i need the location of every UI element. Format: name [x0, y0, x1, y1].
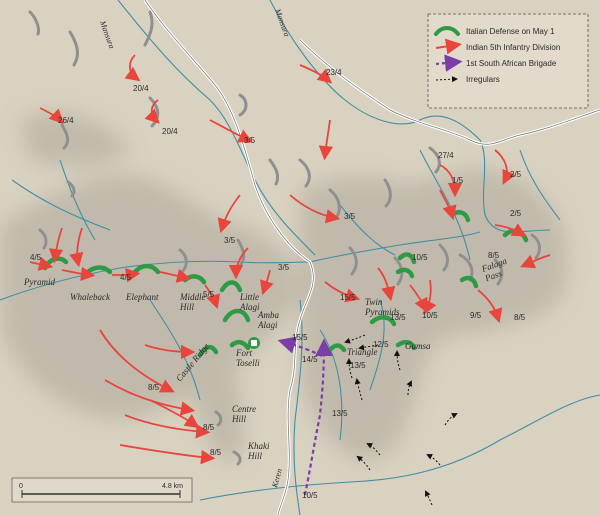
river-label: Keren: [270, 468, 284, 490]
river-label: Mansura: [273, 7, 292, 38]
date-label: 8/5: [203, 423, 215, 432]
legend-indian-label: Indian 5th Infantry Division: [466, 43, 560, 52]
legend-italian-label: Italian Defense on May 1: [466, 27, 555, 36]
date-label: 10/5: [412, 253, 428, 262]
date-label: 3/5: [244, 136, 256, 145]
legend-south-african-label: 1st South African Brigade: [466, 59, 557, 68]
scale-start: 0: [19, 483, 23, 490]
date-label: 20/4: [133, 84, 149, 93]
place-label: Amba Alagi: [257, 310, 279, 330]
scale-end: 4.8 km: [162, 483, 183, 490]
place-label: Khaki Hill: [247, 441, 270, 461]
date-label: 8/5: [488, 251, 500, 260]
place-label: Centre Hill: [231, 404, 256, 424]
date-label: 4/5: [120, 273, 132, 282]
date-label: 2/5: [510, 170, 522, 179]
date-label: 13/5: [332, 409, 348, 418]
date-label: 27/4: [438, 151, 454, 160]
place-label: Elephant: [125, 292, 159, 302]
date-label: 3/5: [278, 263, 290, 272]
place-label: Gumsa: [405, 341, 431, 351]
river-label: Mansura: [98, 19, 117, 50]
scale-bar: 0 4.8 km: [11, 477, 193, 503]
date-label: 8/5: [514, 313, 526, 322]
legend-irregulars-label: Irregulars: [466, 75, 500, 84]
place-label: Fort Toselli: [235, 348, 260, 368]
date-label: 15/5: [292, 333, 308, 342]
date-label: 15/5: [340, 293, 356, 302]
date-label: 8/5: [210, 448, 222, 457]
place-label: Whaleback: [70, 292, 111, 302]
place-label: Pyramid: [23, 277, 55, 287]
date-label: 1/5: [452, 176, 464, 185]
date-label: 2/5: [510, 209, 522, 218]
date-label: 23/4: [326, 68, 342, 77]
date-label: 4/5: [30, 253, 42, 262]
date-label: 14/5: [302, 355, 318, 364]
map-canvas: Mansura Mansura Keren Pyramid Whaleback …: [0, 0, 600, 515]
date-label: 9/5: [470, 311, 482, 320]
terrain-shading: [0, 111, 568, 462]
date-label: 12/5: [373, 340, 389, 349]
date-label: 3/5: [344, 212, 356, 221]
date-label: 8/5: [148, 383, 160, 392]
legend: Italian Defense on May 1 Indian 5th Infa…: [427, 13, 589, 109]
date-label: 5/5: [203, 290, 215, 299]
date-label: 20/4: [162, 127, 178, 136]
date-label: 13/5: [350, 361, 366, 370]
date-label: 13/5: [390, 313, 406, 322]
scale-box: [11, 477, 193, 503]
battle-map: Mansura Mansura Keren Pyramid Whaleback …: [0, 0, 600, 515]
date-label: 10/5: [422, 311, 438, 320]
date-label: 10/5: [302, 491, 318, 500]
date-label: 3/5: [224, 236, 236, 245]
place-label: Little Alagi: [239, 292, 260, 312]
date-label: 26/4: [58, 116, 74, 125]
